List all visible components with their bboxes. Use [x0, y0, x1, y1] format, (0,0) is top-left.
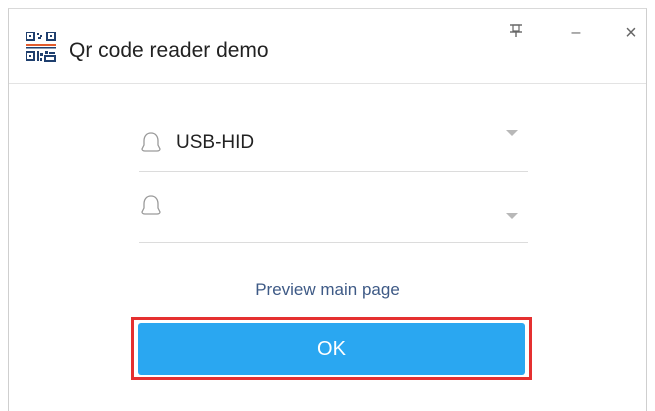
chevron-down-icon — [506, 213, 518, 219]
minimize-icon: – — [571, 24, 581, 41]
device-icon — [139, 131, 163, 155]
close-icon: × — [625, 21, 637, 44]
pin-button[interactable] — [501, 21, 531, 45]
device-select[interactable]: USB-HID — [139, 108, 528, 172]
app-window: Qr code reader demo – × USB-HID Preview … — [8, 8, 647, 411]
ok-button[interactable]: OK — [138, 323, 525, 375]
window-title: Qr code reader demo — [69, 39, 269, 62]
second-select[interactable] — [139, 179, 528, 243]
chevron-down-icon — [506, 130, 518, 136]
pin-icon — [509, 23, 523, 43]
device-select-value: USB-HID — [176, 132, 255, 153]
dialog-content: USB-HID Preview main page OK — [9, 84, 646, 411]
preview-main-page-link[interactable]: Preview main page — [9, 280, 646, 300]
minimize-button[interactable]: – — [561, 21, 591, 45]
device-icon — [139, 194, 163, 218]
title-bar: Qr code reader demo – × — [9, 9, 646, 84]
close-button[interactable]: × — [616, 21, 646, 45]
qr-code-icon — [25, 31, 56, 62]
